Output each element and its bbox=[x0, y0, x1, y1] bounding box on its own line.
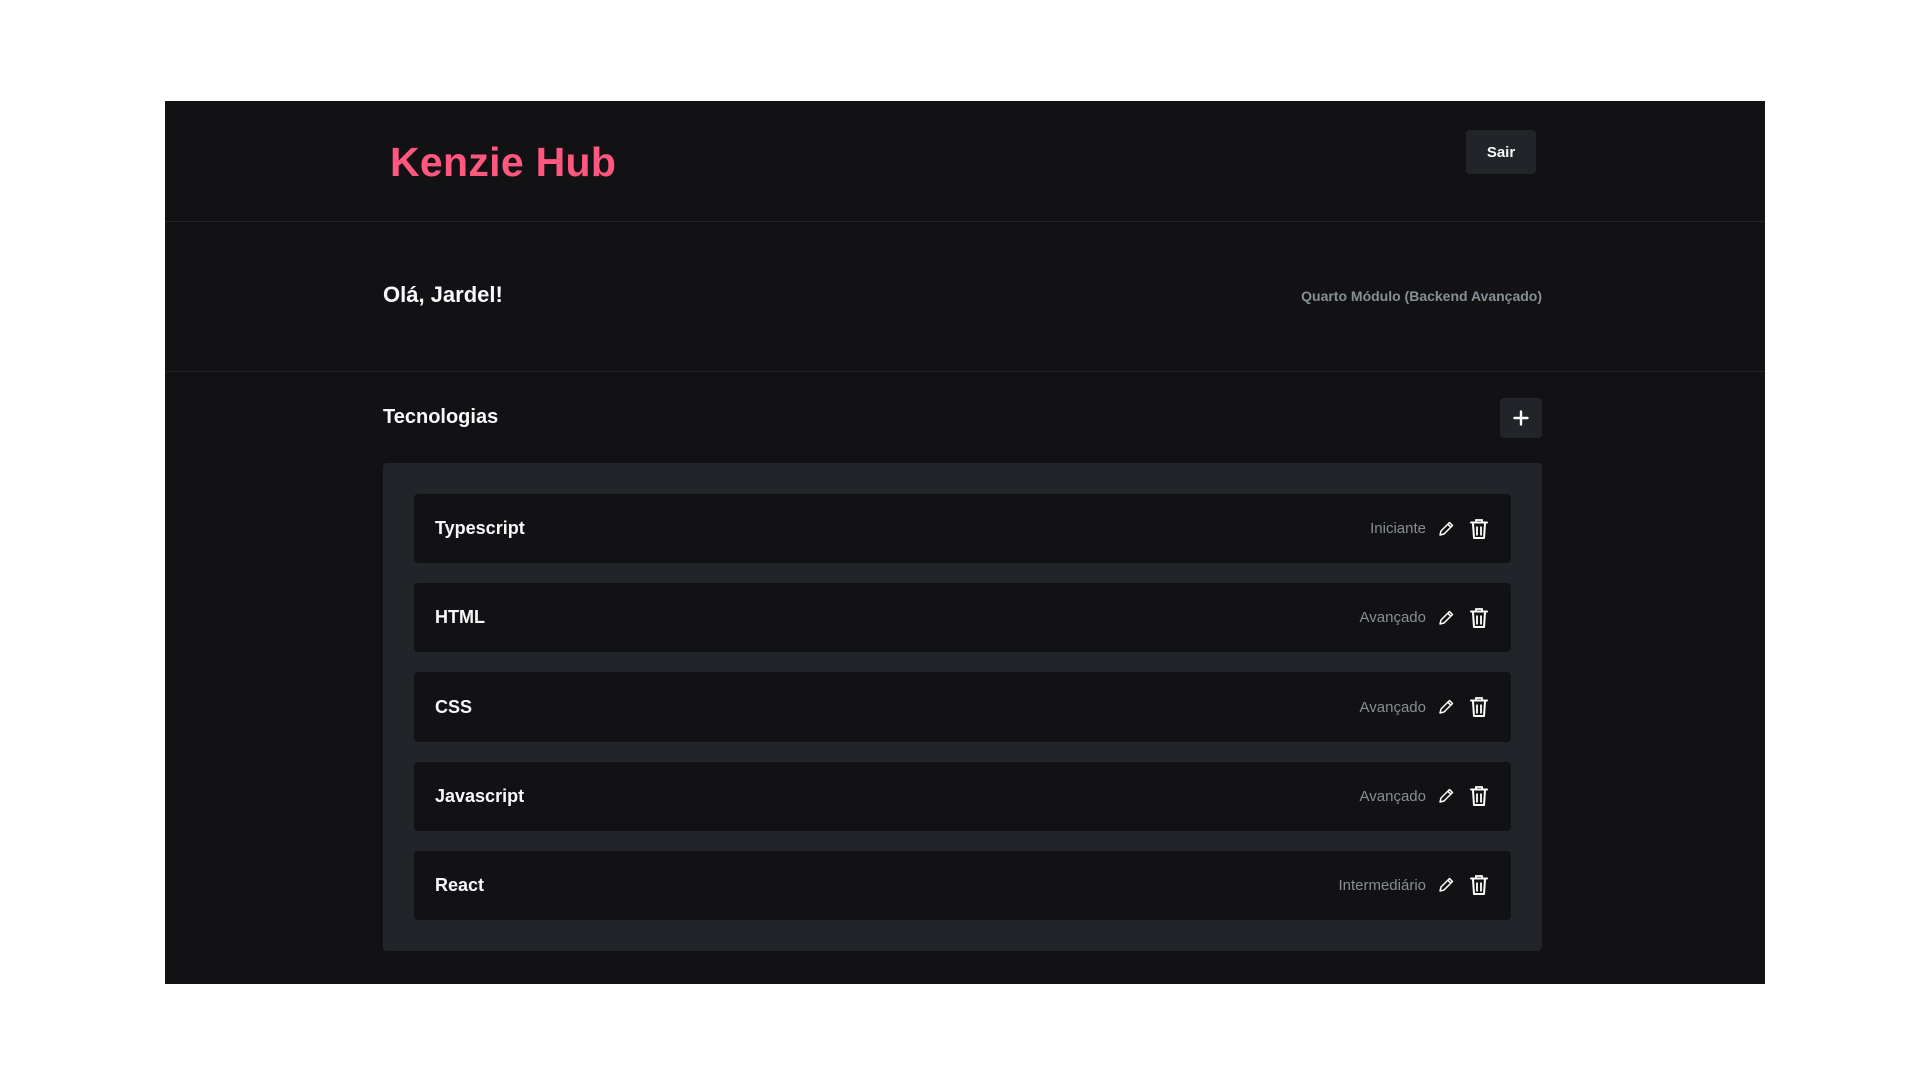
greeting-section: Olá, Jardel! Quarto Módulo (Backend Avan… bbox=[165, 222, 1765, 372]
edit-technology-button[interactable] bbox=[1438, 877, 1469, 893]
trash-icon bbox=[1470, 607, 1488, 628]
delete-technology-button[interactable] bbox=[1469, 696, 1489, 718]
technology-card[interactable]: Typescript Iniciante bbox=[414, 494, 1511, 564]
technology-actions: Avançado bbox=[1360, 607, 1489, 629]
trash-icon bbox=[1470, 697, 1488, 717]
edit-technology-button[interactable] bbox=[1438, 521, 1469, 537]
greeting-title: Olá, Jardel! bbox=[383, 282, 503, 307]
trash-icon bbox=[1470, 875, 1488, 896]
delete-technology-button[interactable] bbox=[1469, 874, 1489, 896]
technology-actions: Avançado bbox=[1360, 785, 1489, 807]
technology-name: Javascript bbox=[435, 785, 525, 806]
technology-status: Avançado bbox=[1359, 609, 1426, 627]
technology-name: React bbox=[435, 874, 485, 895]
pencil-icon bbox=[1439, 521, 1454, 536]
technology-name: CSS bbox=[435, 696, 473, 717]
edit-technology-button[interactable] bbox=[1438, 610, 1469, 626]
technology-status: Iniciante bbox=[1370, 520, 1426, 538]
technology-card[interactable]: React Intermediário bbox=[414, 850, 1511, 921]
pencil-icon bbox=[1439, 699, 1454, 714]
technology-status: Avançado bbox=[1359, 698, 1426, 716]
technologies-title: Tecnologias bbox=[383, 406, 499, 428]
delete-technology-button[interactable] bbox=[1469, 785, 1489, 807]
technology-actions: Iniciante bbox=[1370, 518, 1489, 540]
technology-card[interactable]: Javascript Avançado bbox=[414, 761, 1511, 831]
technology-name: HTML bbox=[435, 607, 485, 628]
edit-technology-button[interactable] bbox=[1438, 699, 1469, 715]
trash-icon bbox=[1470, 518, 1488, 539]
user-module: Quarto Módulo (Backend Avançado) bbox=[1301, 288, 1542, 304]
technology-actions: Avançado bbox=[1360, 696, 1489, 718]
technology-status: Intermediário bbox=[1338, 876, 1426, 894]
pencil-icon bbox=[1439, 878, 1454, 893]
pencil-icon bbox=[1439, 610, 1454, 625]
technology-status: Avançado bbox=[1359, 787, 1426, 805]
technology-name: Typescript bbox=[435, 518, 525, 539]
app-container: Kenzie Hub Sair Olá, Jardel! Quarto Módu… bbox=[165, 101, 1765, 984]
technology-actions: Intermediário bbox=[1338, 874, 1489, 896]
delete-technology-button[interactable] bbox=[1469, 607, 1489, 629]
page-header: Kenzie Hub Sair bbox=[165, 101, 1765, 222]
pencil-icon bbox=[1439, 788, 1454, 803]
trash-icon bbox=[1470, 786, 1488, 807]
logout-button[interactable]: Sair bbox=[1466, 130, 1536, 174]
edit-technology-button[interactable] bbox=[1438, 788, 1469, 804]
delete-technology-button[interactable] bbox=[1469, 518, 1489, 540]
plus-icon bbox=[1513, 410, 1529, 426]
brand-logo: Kenzie Hub bbox=[390, 139, 617, 185]
add-technology-button[interactable] bbox=[1500, 398, 1542, 438]
technology-card[interactable]: HTML Avançado bbox=[414, 583, 1511, 653]
technology-card[interactable]: CSS Avançado bbox=[414, 672, 1511, 742]
technology-list: Typescript Iniciante HTML Avançado CSS A… bbox=[383, 463, 1542, 951]
